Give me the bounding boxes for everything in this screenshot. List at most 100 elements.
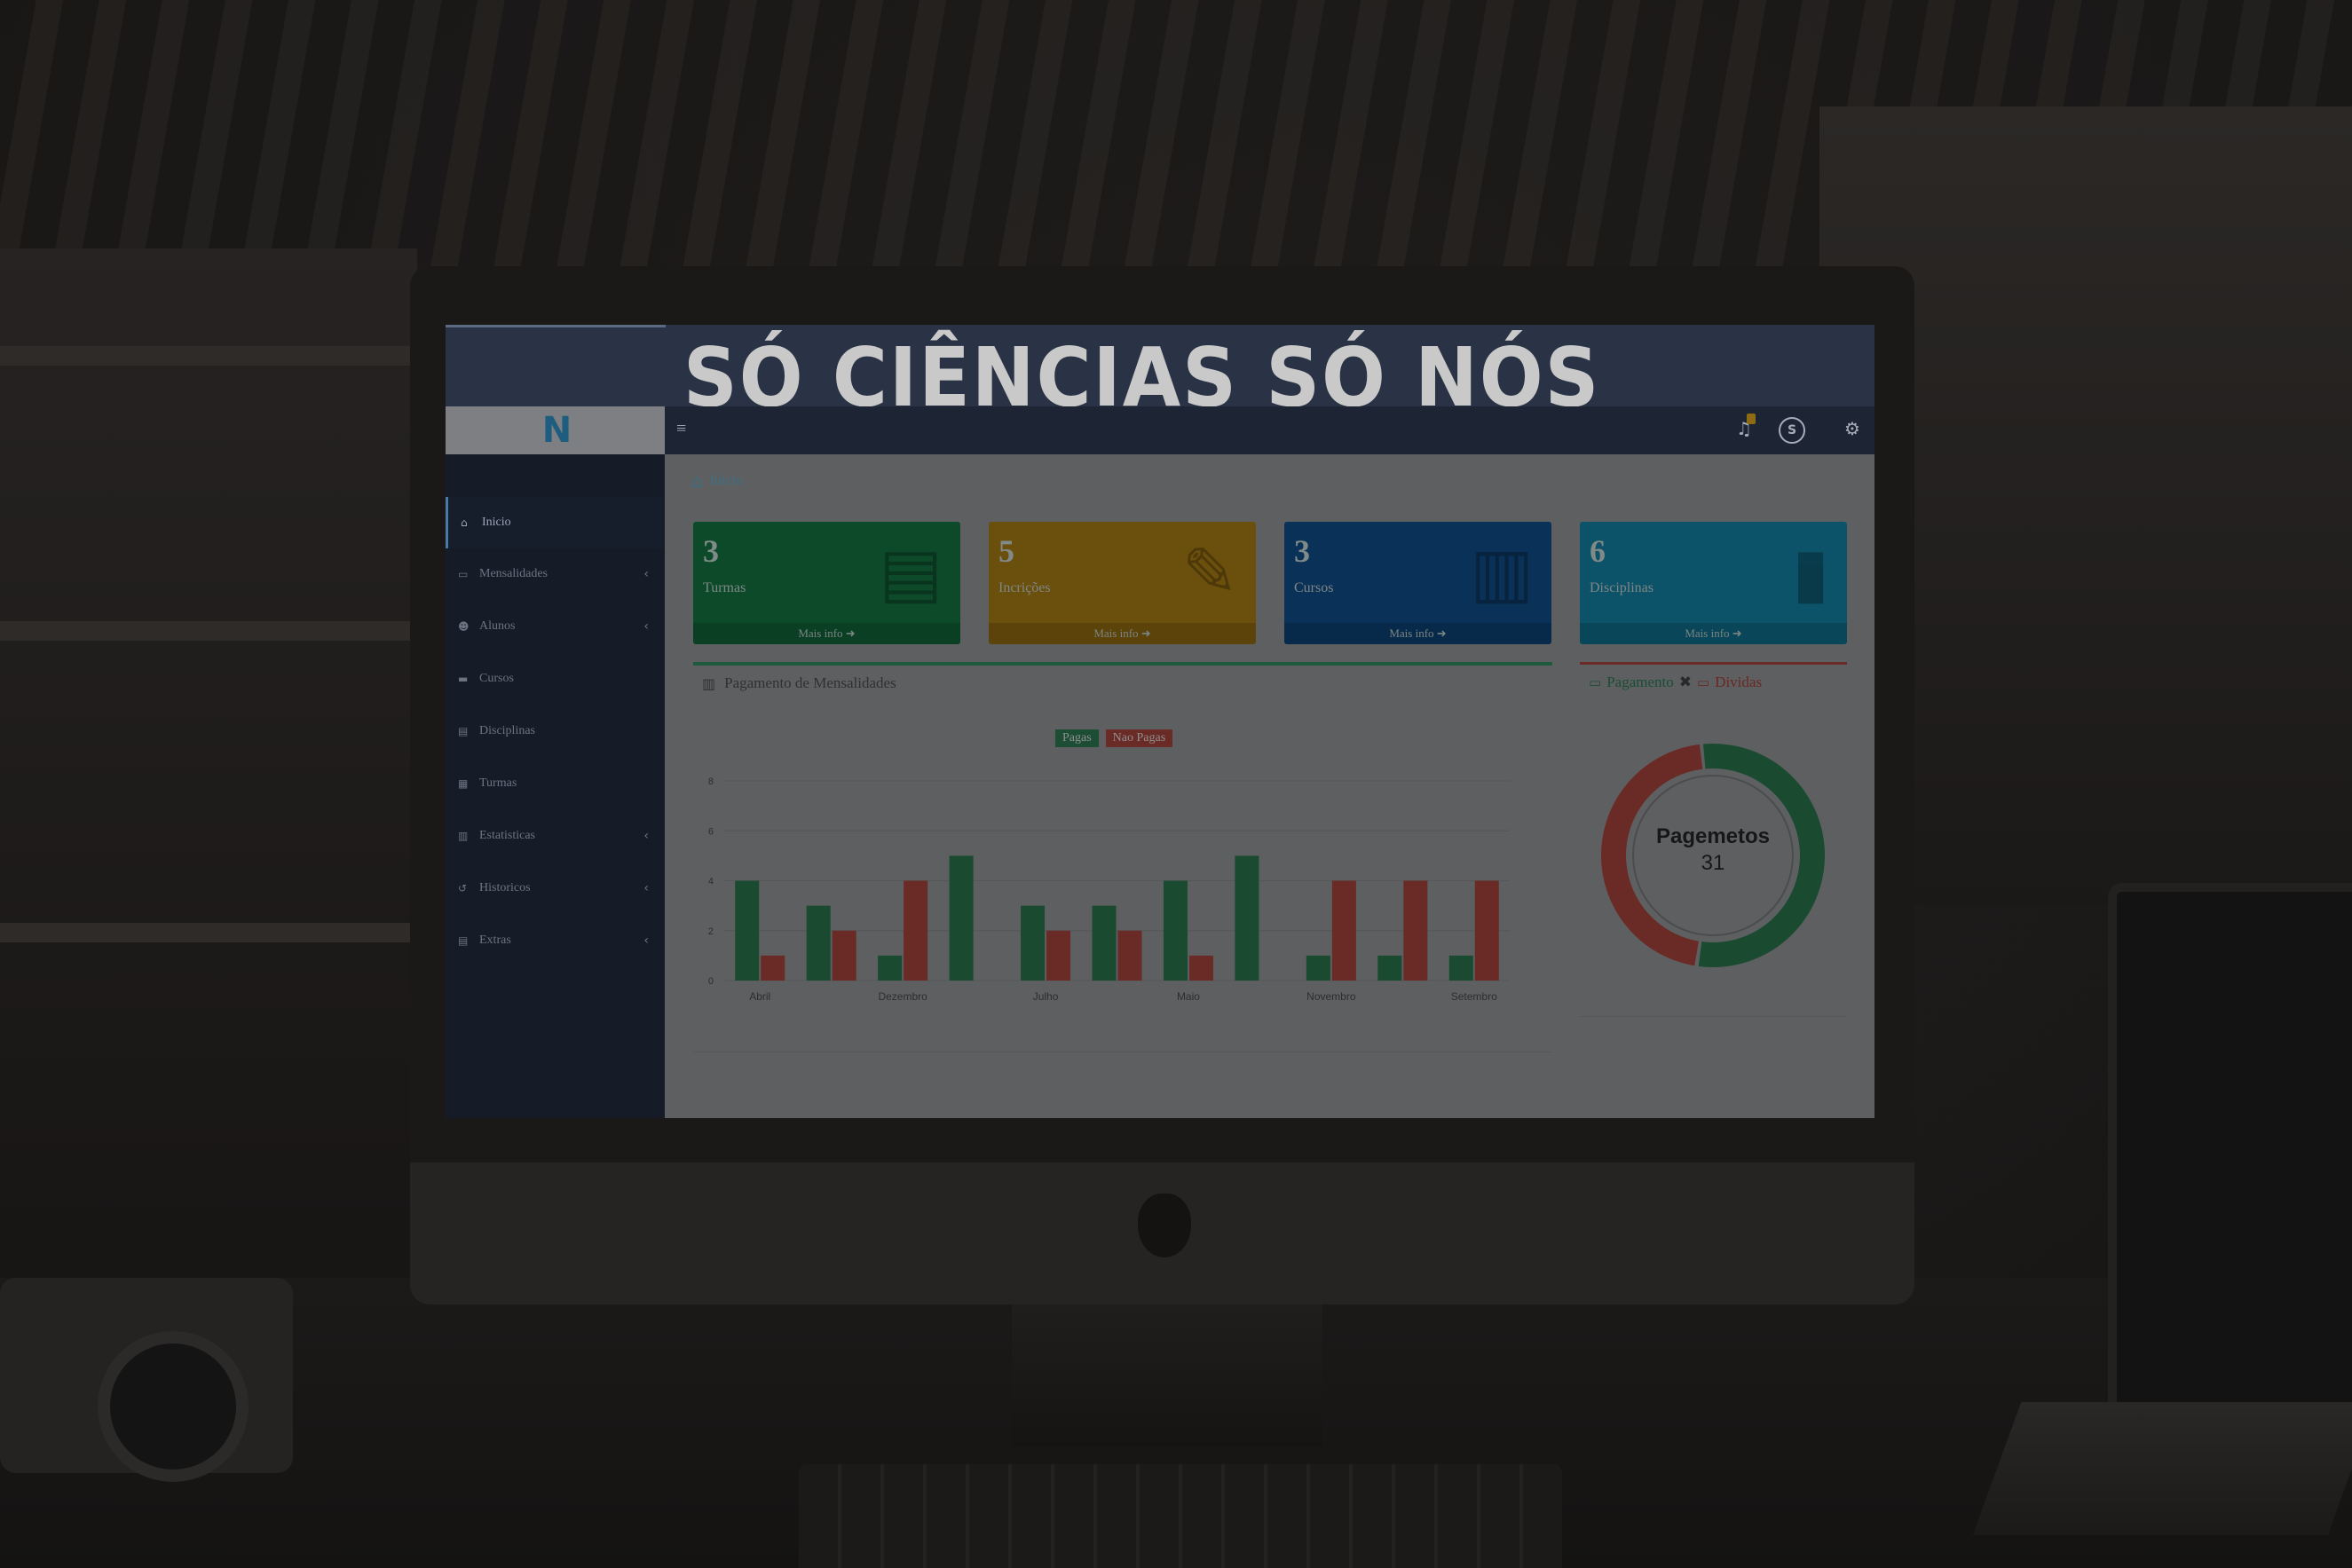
sidebar-item-turmas[interactable]: ▦ Turmas	[446, 758, 665, 809]
bar-nao-pagas[interactable]	[1188, 955, 1213, 981]
bar-nao-pagas[interactable]	[761, 955, 785, 981]
app-banner: SÓ CIÊNCIAS SÓ NÓS	[446, 325, 1874, 406]
bar-nao-pagas[interactable]	[1046, 930, 1071, 981]
x-tick-label: Setembro	[1451, 990, 1497, 1003]
donut-panel-title: ▭ Pagamento ✖ ▭ Dividas	[1589, 674, 1762, 691]
panel-divider	[1580, 1016, 1847, 1017]
x-tick-label: Julho	[1033, 990, 1059, 1003]
x-tick-label: Dezembro	[878, 990, 927, 1003]
sidebar-item-estatisticas[interactable]: ▥ Estatisticas ‹	[446, 810, 665, 862]
sidebar-item-label: Alunos	[479, 619, 516, 633]
bar-nao-pagas[interactable]	[1403, 880, 1428, 981]
chevron-left-icon: ‹	[643, 881, 649, 895]
title-pagamento: Pagamento	[1606, 674, 1674, 690]
home-icon: ⌂	[461, 516, 468, 529]
more-info-link[interactable]: Mais info ➜	[1580, 623, 1847, 644]
donut-center-value: 31	[1701, 851, 1725, 875]
apple-logo-icon	[1138, 1194, 1191, 1257]
book-icon: ▥	[1470, 532, 1534, 611]
bar-pagas[interactable]	[1377, 955, 1402, 981]
clipboard-icon: ▤	[879, 532, 943, 611]
bar-pagas[interactable]	[878, 955, 903, 981]
sidebar-item-extras[interactable]: ▤ Extras ‹	[446, 915, 665, 966]
bar-nao-pagas[interactable]	[904, 880, 928, 981]
users-icon: ☻	[458, 620, 470, 633]
monitor-stand	[1012, 1304, 1322, 1446]
chevron-left-icon: ‹	[643, 829, 649, 843]
chart-panel: ▥ Pagamento de Mensalidades Pagas Nao Pa…	[693, 662, 1552, 1052]
more-info-link[interactable]: Mais info ➜	[693, 623, 960, 644]
keyboard	[799, 1464, 1562, 1568]
camera	[0, 1278, 293, 1482]
user-avatar-icon[interactable]: S	[1779, 417, 1805, 444]
gears-icon[interactable]: ⚙	[1844, 418, 1860, 439]
bar-nao-pagas[interactable]	[1474, 880, 1499, 981]
bar-pagas[interactable]	[1163, 880, 1188, 981]
logo-icon: N	[541, 410, 572, 451]
chevron-left-icon: ‹	[643, 619, 649, 634]
bar-nao-pagas[interactable]	[832, 930, 856, 981]
chevron-left-icon: ‹	[643, 934, 649, 948]
donut-panel: ▭ Pagamento ✖ ▭ Dividas Pagemetos 31	[1580, 662, 1847, 1017]
stat-box-disciplinas: 6 Disciplinas ▮ Mais info ➜	[1580, 522, 1847, 644]
x-tick-label: Maio	[1177, 990, 1200, 1003]
title-dividas: Dividas	[1715, 674, 1763, 690]
y-tick-label: 4	[708, 877, 714, 887]
camera-lens	[98, 1331, 249, 1482]
shelf-board	[0, 346, 417, 366]
bar-pagas[interactable]	[949, 855, 974, 981]
main-content: ⌂ Inicio 3 Turmas ▤ Mais info ➜ 5 Incriç…	[665, 454, 1874, 1118]
bar-nao-pagas[interactable]	[1117, 930, 1142, 981]
y-tick-label: 0	[708, 976, 714, 987]
sidebar-item-label: Mensalidades	[479, 567, 548, 580]
more-info-link[interactable]: Mais info ➜	[989, 623, 1256, 644]
bar-pagas[interactable]	[1235, 855, 1259, 981]
y-tick-label: 8	[708, 776, 714, 787]
laptop-base	[1972, 1402, 2352, 1535]
stat-label: Cursos	[1294, 580, 1334, 595]
bar-pagas[interactable]	[1021, 905, 1046, 981]
sidebar-item-label: Extras	[479, 934, 511, 947]
stat-value: 3	[703, 533, 719, 569]
bar-pagas[interactable]	[1092, 905, 1117, 981]
bar-pagas[interactable]	[806, 905, 831, 981]
stat-box-turmas: 3 Turmas ▤ Mais info ➜	[693, 522, 960, 644]
legend-pagas[interactable]: Pagas	[1055, 729, 1099, 747]
bar-pagas[interactable]	[1306, 955, 1330, 981]
bar-nao-pagas[interactable]	[1331, 880, 1356, 981]
folder-icon: ▬	[458, 673, 469, 685]
sidebar-item-historicos[interactable]: ↺ Historicos ‹	[446, 863, 665, 914]
sidebar-item-cursos[interactable]: ▬ Cursos	[446, 653, 665, 705]
y-tick-label: 2	[708, 926, 714, 937]
legend-nao-pagas[interactable]: Nao Pagas	[1105, 729, 1173, 747]
chart-panel-title: ▥ Pagamento de Mensalidades	[702, 674, 896, 692]
sidebar-item-alunos[interactable]: ☻ Alunos ‹	[446, 601, 665, 652]
bar-pagas[interactable]	[1448, 955, 1473, 981]
sidebar-item-label: Cursos	[479, 672, 514, 685]
banner-accent	[446, 325, 666, 327]
sidebar-item-mensalidades[interactable]: ▭ Mensalidades ‹	[446, 548, 665, 600]
shelf	[0, 248, 417, 1313]
hamburger-icon[interactable]: ≡	[676, 419, 686, 439]
stat-label: Disciplinas	[1590, 580, 1654, 595]
bar-pagas[interactable]	[735, 880, 760, 981]
money-icon: ▭	[1696, 674, 1710, 690]
history-icon: ↺	[458, 882, 468, 894]
stat-label: Turmas	[703, 580, 746, 595]
more-info-link[interactable]: Mais info ➜	[1284, 623, 1551, 644]
breadcrumb[interactable]: ⌂ Inicio	[691, 470, 743, 492]
table-icon: ▦	[458, 777, 469, 790]
money-icon: ▭	[458, 568, 469, 580]
stat-label: Incrições	[998, 580, 1051, 595]
stat-value: 5	[998, 533, 1014, 569]
sidebar-item-inicio[interactable]: ⌂ Inicio	[446, 497, 665, 548]
app-screen: SÓ CIÊNCIAS SÓ NÓS N ≡ ♫ S ⚙ ⌂ Inicio ▭ …	[446, 325, 1874, 1118]
x-tick-label: Novembro	[1306, 990, 1356, 1003]
logo-link[interactable]: N	[446, 406, 665, 454]
times-icon: ✖	[1678, 674, 1692, 691]
sidebar-item-label: Estatisticas	[479, 829, 535, 842]
stat-value: 6	[1590, 533, 1606, 569]
chart-icon: ▥	[458, 830, 469, 842]
chevron-left-icon: ‹	[643, 567, 649, 581]
sidebar-item-disciplinas[interactable]: ▤ Disciplinas	[446, 705, 665, 757]
